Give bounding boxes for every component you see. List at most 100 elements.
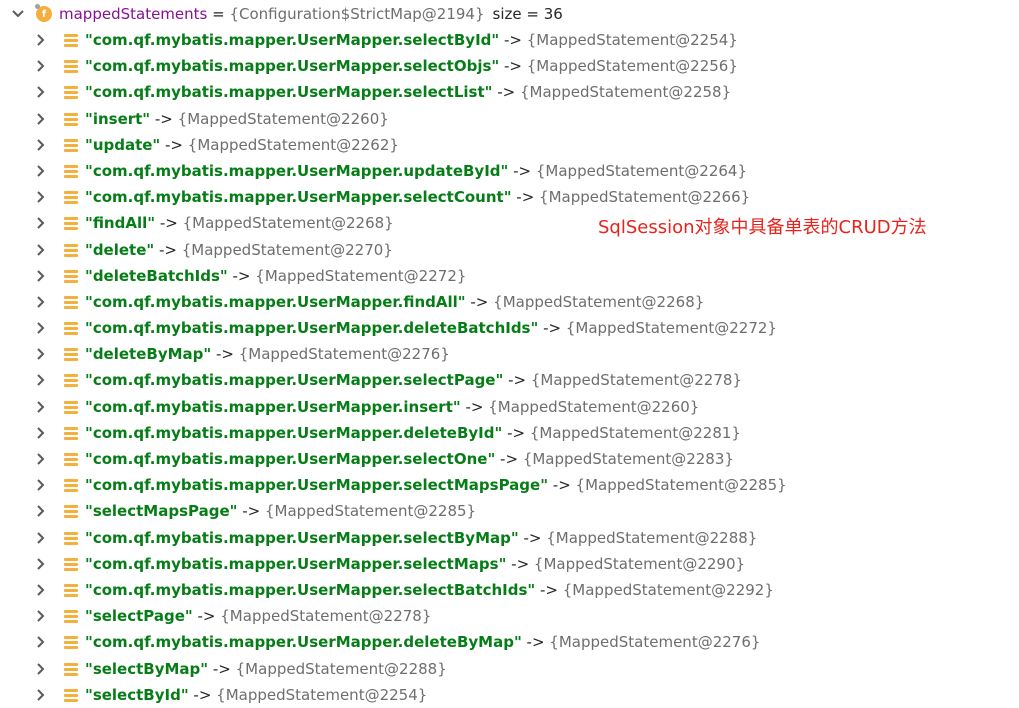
chevron-right-icon[interactable] xyxy=(36,453,46,465)
entry-label: "selectById" -> {MappedStatement@2254} xyxy=(85,686,427,704)
chevron-right-icon[interactable] xyxy=(36,86,46,99)
chevron-right-icon[interactable] xyxy=(36,191,46,203)
entry-label: "com.qf.mybatis.mapper.UserMapper.select… xyxy=(85,450,734,468)
entry-label: "delete" -> {MappedStatement@2270} xyxy=(85,241,393,259)
entry-key: "com.qf.mybatis.mapper.UserMapper.select… xyxy=(85,450,496,468)
chevron-right-icon[interactable] xyxy=(36,584,46,596)
entry-arrow: -> xyxy=(188,685,217,704)
tree-entry-row[interactable]: "selectById" -> {MappedStatement@2254} xyxy=(0,682,1019,708)
chevron-right-icon[interactable] xyxy=(36,505,46,518)
entry-value: {MappedStatement@2256} xyxy=(526,57,738,76)
map-entry-icon xyxy=(64,33,78,47)
tree-entry-row[interactable]: "com.qf.mybatis.mapper.UserMapper.select… xyxy=(0,446,1019,472)
chevron-right-icon[interactable] xyxy=(36,374,46,387)
tree-entry-row[interactable]: "com.qf.mybatis.mapper.UserMapper.select… xyxy=(0,525,1019,551)
entry-value: {MappedStatement@2260} xyxy=(488,397,700,416)
entry-arrow: -> xyxy=(154,240,182,259)
entry-arrow: -> xyxy=(460,397,489,416)
tree-entry-row[interactable]: "com.qf.mybatis.mapper.UserMapper.update… xyxy=(0,158,1019,184)
tree-entry-row[interactable]: "com.qf.mybatis.mapper.UserMapper.delete… xyxy=(0,420,1019,446)
entry-value: {MappedStatement@2270} xyxy=(181,240,393,259)
entry-arrow: -> xyxy=(160,135,188,154)
tree-entry-row[interactable]: "com.qf.mybatis.mapper.UserMapper.delete… xyxy=(0,629,1019,655)
root-tree-node[interactable]: f mappedStatements = {Configuration$Stri… xyxy=(0,1,1019,27)
tree-entry-row[interactable]: "com.qf.mybatis.mapper.UserMapper.select… xyxy=(0,184,1019,210)
chevron-right-icon[interactable] xyxy=(36,558,46,570)
tree-entry-row[interactable]: "com.qf.mybatis.mapper.UserMapper.findAl… xyxy=(0,289,1019,315)
chevron-right-icon[interactable] xyxy=(36,296,46,308)
chevron-right-icon[interactable] xyxy=(36,165,46,177)
tree-entry-row[interactable]: "selectByMap" -> {MappedStatement@2288} xyxy=(0,656,1019,682)
chevron-right-icon[interactable] xyxy=(36,531,46,544)
map-entry-icon xyxy=(64,426,78,440)
entry-arrow: -> xyxy=(506,554,534,573)
tree-entry-row[interactable]: "delete" -> {MappedStatement@2270} xyxy=(0,237,1019,263)
entry-value: {MappedStatement@2288} xyxy=(546,528,758,547)
tree-entry-row[interactable]: "com.qf.mybatis.mapper.UserMapper.insert… xyxy=(0,394,1019,420)
chevron-right-icon[interactable] xyxy=(36,112,46,125)
entry-label: "selectPage" -> {MappedStatement@2278} xyxy=(85,607,431,625)
chevron-right-icon[interactable] xyxy=(36,348,46,360)
entry-label: "com.qf.mybatis.mapper.UserMapper.delete… xyxy=(85,633,760,651)
entry-arrow: -> xyxy=(548,476,576,495)
entry-label: "com.qf.mybatis.mapper.UserMapper.select… xyxy=(85,31,738,49)
entry-value: {MappedStatement@2278} xyxy=(220,607,432,626)
entry-value: {MappedStatement@2288} xyxy=(235,659,447,678)
entry-label: "com.qf.mybatis.mapper.UserMapper.select… xyxy=(85,188,750,206)
field-icon: f xyxy=(35,4,52,22)
tree-entry-row[interactable]: "com.qf.mybatis.mapper.UserMapper.select… xyxy=(0,551,1019,577)
map-entry-icon xyxy=(64,557,78,571)
entry-value: {MappedStatement@2290} xyxy=(533,554,746,573)
entry-arrow: -> xyxy=(155,214,183,233)
entry-value: {MappedStatement@2276} xyxy=(238,345,450,364)
entry-key: "findAll" xyxy=(85,214,156,233)
chevron-right-icon[interactable] xyxy=(36,427,46,439)
chevron-right-icon[interactable] xyxy=(36,322,46,334)
map-entry-icon xyxy=(64,452,78,466)
field-icon-letter: f xyxy=(41,8,47,20)
map-entry-icon xyxy=(64,295,78,309)
chevron-right-icon[interactable] xyxy=(36,139,46,151)
tree-entry-row[interactable]: "deleteBatchIds" -> {MappedStatement@227… xyxy=(0,263,1019,289)
chevron-right-icon[interactable] xyxy=(36,688,46,701)
tree-entry-row[interactable]: "deleteByMap" -> {MappedStatement@2276} xyxy=(0,341,1019,367)
tree-entry-row[interactable]: "com.qf.mybatis.mapper.UserMapper.select… xyxy=(0,27,1019,53)
map-entry-icon xyxy=(64,269,78,283)
chevron-right-icon[interactable] xyxy=(36,269,46,282)
chevron-right-icon[interactable] xyxy=(36,34,46,46)
tree-entry-row[interactable]: "selectMapsPage" -> {MappedStatement@228… xyxy=(0,498,1019,524)
entry-key: "deleteBatchIds" xyxy=(85,266,228,285)
entry-key: "com.qf.mybatis.mapper.UserMapper.insert… xyxy=(85,397,461,416)
entry-key: "com.qf.mybatis.mapper.UserMapper.select… xyxy=(85,528,519,547)
tree-entry-row[interactable]: "com.qf.mybatis.mapper.UserMapper.select… xyxy=(0,367,1019,393)
entry-value: {MappedStatement@2285} xyxy=(264,502,477,521)
tree-entry-row[interactable]: "insert" -> {MappedStatement@2260} xyxy=(0,106,1019,132)
tree-entry-row[interactable]: "com.qf.mybatis.mapper.UserMapper.select… xyxy=(0,79,1019,105)
chevron-right-icon[interactable] xyxy=(36,243,46,256)
chevron-right-icon[interactable] xyxy=(36,60,46,72)
entry-key: "insert" xyxy=(85,109,151,128)
root-variable-name: mappedStatements xyxy=(59,5,208,23)
root-size: size = 36 xyxy=(492,5,563,23)
chevron-right-icon[interactable] xyxy=(36,479,46,491)
tree-entry-row[interactable]: "com.qf.mybatis.mapper.UserMapper.delete… xyxy=(0,315,1019,341)
chevron-right-icon[interactable] xyxy=(36,662,46,675)
entry-value: {MappedStatement@2283} xyxy=(522,450,734,468)
map-entry-icon xyxy=(64,635,78,650)
chevron-right-icon[interactable] xyxy=(36,217,46,230)
map-entry-icon xyxy=(64,504,78,519)
entry-value: {MappedStatement@2258} xyxy=(520,83,732,102)
entry-label: "com.qf.mybatis.mapper.UserMapper.delete… xyxy=(85,319,777,337)
tree-entry-row[interactable]: "update" -> {MappedStatement@2262} xyxy=(0,132,1019,158)
chevron-right-icon[interactable] xyxy=(36,610,46,622)
chevron-down-icon[interactable] xyxy=(11,8,25,20)
tree-entry-row[interactable]: "com.qf.mybatis.mapper.UserMapper.select… xyxy=(0,577,1019,603)
tree-entry-row[interactable]: "com.qf.mybatis.mapper.UserMapper.select… xyxy=(0,53,1019,79)
entry-value: {MappedStatement@2272} xyxy=(565,319,777,338)
entry-arrow: -> xyxy=(538,319,566,338)
tree-entry-row[interactable]: "com.qf.mybatis.mapper.UserMapper.select… xyxy=(0,472,1019,498)
entry-arrow: -> xyxy=(503,371,531,390)
chevron-right-icon[interactable] xyxy=(36,636,46,649)
tree-entry-row[interactable]: "selectPage" -> {MappedStatement@2278} xyxy=(0,603,1019,629)
chevron-right-icon[interactable] xyxy=(36,400,46,413)
